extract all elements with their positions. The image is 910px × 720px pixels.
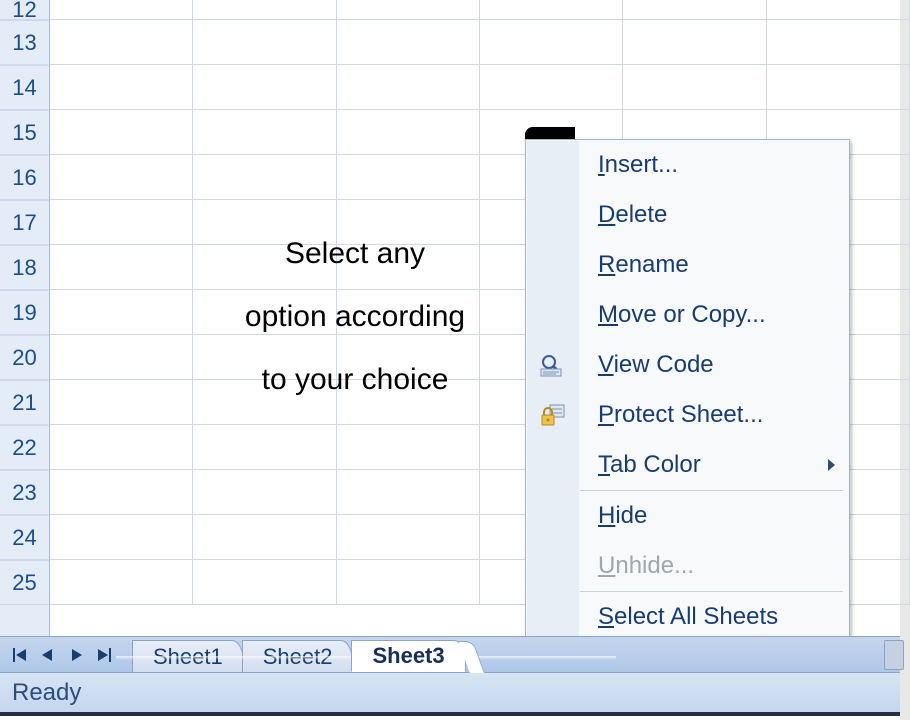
cell[interactable]	[50, 290, 193, 334]
protect-icon	[538, 401, 566, 429]
cell[interactable]	[193, 560, 336, 604]
cell[interactable]	[337, 110, 480, 154]
row-header[interactable]: 19	[0, 290, 49, 335]
cell[interactable]	[480, 0, 623, 19]
cell[interactable]	[337, 560, 480, 604]
row-header[interactable]: 25	[0, 560, 49, 605]
menu-item-label: Rename	[598, 251, 689, 279]
cell[interactable]	[337, 155, 480, 199]
cell[interactable]	[193, 65, 336, 109]
cell[interactable]	[767, 0, 910, 19]
cell[interactable]	[193, 0, 336, 19]
cell[interactable]	[50, 20, 193, 64]
sheet-tab-label: Sheet3	[372, 643, 444, 669]
nav-last-button[interactable]	[92, 643, 116, 667]
menu-item-label: Hide	[598, 502, 647, 530]
row-header[interactable]: 12	[0, 0, 49, 20]
cell[interactable]	[767, 65, 910, 109]
menu-item-protect-sheet[interactable]: Protect Sheet...	[526, 390, 849, 440]
cell[interactable]	[50, 335, 193, 379]
cell[interactable]	[337, 0, 480, 19]
row-header[interactable]: 21	[0, 380, 49, 425]
sheet-tab-sheet3[interactable]: Sheet3	[351, 640, 465, 672]
annotation-line: option according	[195, 285, 515, 348]
cell[interactable]	[50, 200, 193, 244]
menu-item-label: Select All Sheets	[598, 603, 778, 631]
row-header[interactable]: 18	[0, 245, 49, 290]
cell[interactable]	[623, 0, 766, 19]
status-ready: Ready	[12, 679, 81, 707]
menu-item-label: Move or Copy...	[598, 301, 766, 329]
sheet-tab-bar: Sheet1Sheet2Sheet3	[0, 636, 900, 672]
menu-item-label: View Code	[598, 351, 714, 379]
cell[interactable]	[767, 20, 910, 64]
cell[interactable]	[50, 560, 193, 604]
row-header[interactable]: 24	[0, 515, 49, 560]
viewcode-icon	[538, 351, 566, 379]
vertical-scrollbar-thumb[interactable]	[884, 640, 904, 670]
cell[interactable]	[337, 425, 480, 469]
menu-item-hide[interactable]: Hide	[526, 491, 849, 541]
cell[interactable]	[193, 515, 336, 559]
nav-next-button[interactable]	[64, 643, 88, 667]
row-header[interactable]: 16	[0, 155, 49, 200]
menu-item-delete[interactable]: Delete	[526, 190, 849, 240]
sheet-tab-context-menu: Insert... Delete Rename Move or Copy... View…	[525, 139, 850, 643]
cell[interactable]	[337, 65, 480, 109]
menu-item-select-all-sheets[interactable]: Select All Sheets	[526, 592, 849, 642]
nav-prev-button[interactable]	[36, 643, 60, 667]
row-header[interactable]: 23	[0, 470, 49, 515]
cell[interactable]	[50, 380, 193, 424]
cell[interactable]	[50, 470, 193, 514]
cell[interactable]	[50, 245, 193, 289]
row-header[interactable]: 13	[0, 20, 49, 65]
cell[interactable]	[193, 470, 336, 514]
menu-item-label: Protect Sheet...	[598, 401, 763, 429]
row-header[interactable]: 14	[0, 65, 49, 110]
cell[interactable]	[623, 20, 766, 64]
cell[interactable]	[50, 155, 193, 199]
annotation-line: to your choice	[195, 348, 515, 411]
cell[interactable]	[193, 20, 336, 64]
cell[interactable]	[50, 515, 193, 559]
menu-item-label: Unhide...	[598, 552, 694, 580]
cell[interactable]	[623, 65, 766, 109]
row-header[interactable]: 20	[0, 335, 49, 380]
row-header-column: 1213141516171819202122232425	[0, 0, 50, 636]
cell[interactable]	[337, 515, 480, 559]
menu-item-label: Delete	[598, 201, 667, 229]
menu-item-move-or-copy[interactable]: Move or Copy...	[526, 290, 849, 340]
status-bar: Ready	[0, 672, 900, 712]
menu-item-label: Tab Color	[598, 451, 701, 479]
cell[interactable]	[50, 425, 193, 469]
cell[interactable]	[193, 155, 336, 199]
menu-item-rename[interactable]: Rename	[526, 240, 849, 290]
cell[interactable]	[193, 425, 336, 469]
submenu-arrow-icon	[828, 459, 835, 471]
menu-item-unhide: Unhide...	[526, 541, 849, 591]
menu-item-tab-color[interactable]: Tab Color	[526, 440, 849, 490]
cell[interactable]	[337, 470, 480, 514]
cell[interactable]	[50, 110, 193, 154]
menu-item-label: Insert...	[598, 151, 678, 179]
nav-first-button[interactable]	[8, 643, 32, 667]
sheet-nav-buttons	[0, 637, 124, 672]
menu-item-view-code[interactable]: View Code	[526, 340, 849, 390]
row-header[interactable]: 22	[0, 425, 49, 470]
menu-item-insert[interactable]: Insert...	[526, 140, 849, 190]
cell[interactable]	[193, 110, 336, 154]
cell[interactable]	[50, 65, 193, 109]
cell[interactable]	[50, 0, 193, 19]
cell[interactable]	[480, 20, 623, 64]
cell[interactable]	[480, 65, 623, 109]
row-header[interactable]: 15	[0, 110, 49, 155]
row-header[interactable]: 17	[0, 200, 49, 245]
sheet-tabs: Sheet1Sheet2Sheet3	[132, 637, 464, 672]
instruction-annotation: Select any option according to your choi…	[195, 222, 515, 411]
annotation-line: Select any	[195, 222, 515, 285]
cell[interactable]	[337, 20, 480, 64]
